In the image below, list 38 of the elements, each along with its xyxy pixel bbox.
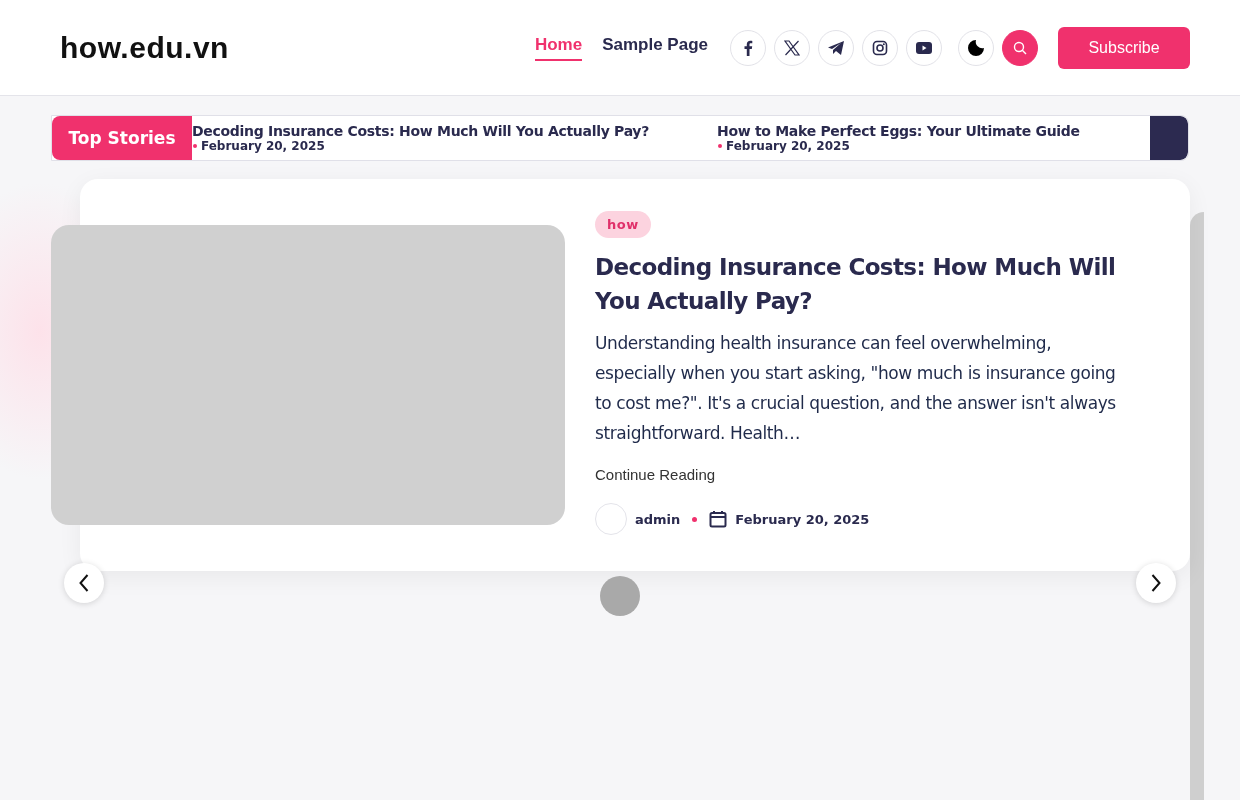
- pagination-dot[interactable]: [600, 576, 640, 616]
- post-excerpt: Understanding health insurance can feel overwhelming, especially when you start asking, "how much is insurance going to cost me?". It's a crucial question, and the answer isn't always straightforward. Health…: [595, 332, 1117, 445]
- search-button[interactable]: [1002, 29, 1038, 66]
- paper-plane-icon: [827, 39, 845, 56]
- ticker-label: Top Stories: [52, 116, 192, 160]
- nav-link[interactable]: Sample Page: [602, 34, 708, 61]
- moon-icon: [967, 38, 985, 57]
- ticker-headline[interactable]: How to Make Perfect Eggs: Your Ultimate Guide: [717, 123, 1080, 139]
- site-logo[interactable]: how.edu.vn: [60, 30, 535, 65]
- ticker-headline[interactable]: Decoding Insurance Costs: How Much Will You Actually Pay?: [192, 123, 649, 139]
- post-date: February 20, 2025: [735, 511, 870, 527]
- calendar-icon: [709, 510, 728, 528]
- ticker-control-panel[interactable]: [1150, 116, 1188, 160]
- x-logo-icon: [784, 39, 800, 56]
- instagram-icon: [872, 39, 888, 56]
- continue-reading-link[interactable]: Continue Reading: [595, 466, 716, 483]
- dark-mode-button[interactable]: [958, 29, 994, 66]
- chevron-left-icon: [79, 574, 89, 592]
- next-slide-button[interactable]: [1136, 563, 1176, 603]
- previous-slide-button[interactable]: [64, 563, 104, 603]
- bullet-icon: [692, 516, 698, 522]
- chevron-right-icon: [1151, 574, 1161, 592]
- search-icon: [1013, 40, 1027, 55]
- post-title[interactable]: Decoding Insurance Costs: How Much Will You Actually Pay?: [595, 250, 1140, 318]
- play-button-icon: [916, 41, 932, 54]
- subscribe-button[interactable]: Subscribe: [1058, 26, 1190, 69]
- social-button[interactable]: [862, 29, 898, 66]
- social-button[interactable]: [730, 29, 766, 66]
- facebook-icon: [743, 39, 753, 56]
- nav-link[interactable]: Home: [534, 34, 583, 61]
- bullet-icon: [193, 144, 197, 148]
- social-button[interactable]: [774, 29, 810, 66]
- bullet-icon: [718, 144, 722, 148]
- social-button[interactable]: [818, 29, 854, 66]
- social-button[interactable]: [906, 29, 942, 66]
- author-name[interactable]: admin: [635, 511, 681, 527]
- ticker-date: February 20, 2025: [201, 139, 325, 153]
- ticker-date: February 20, 2025: [726, 139, 850, 153]
